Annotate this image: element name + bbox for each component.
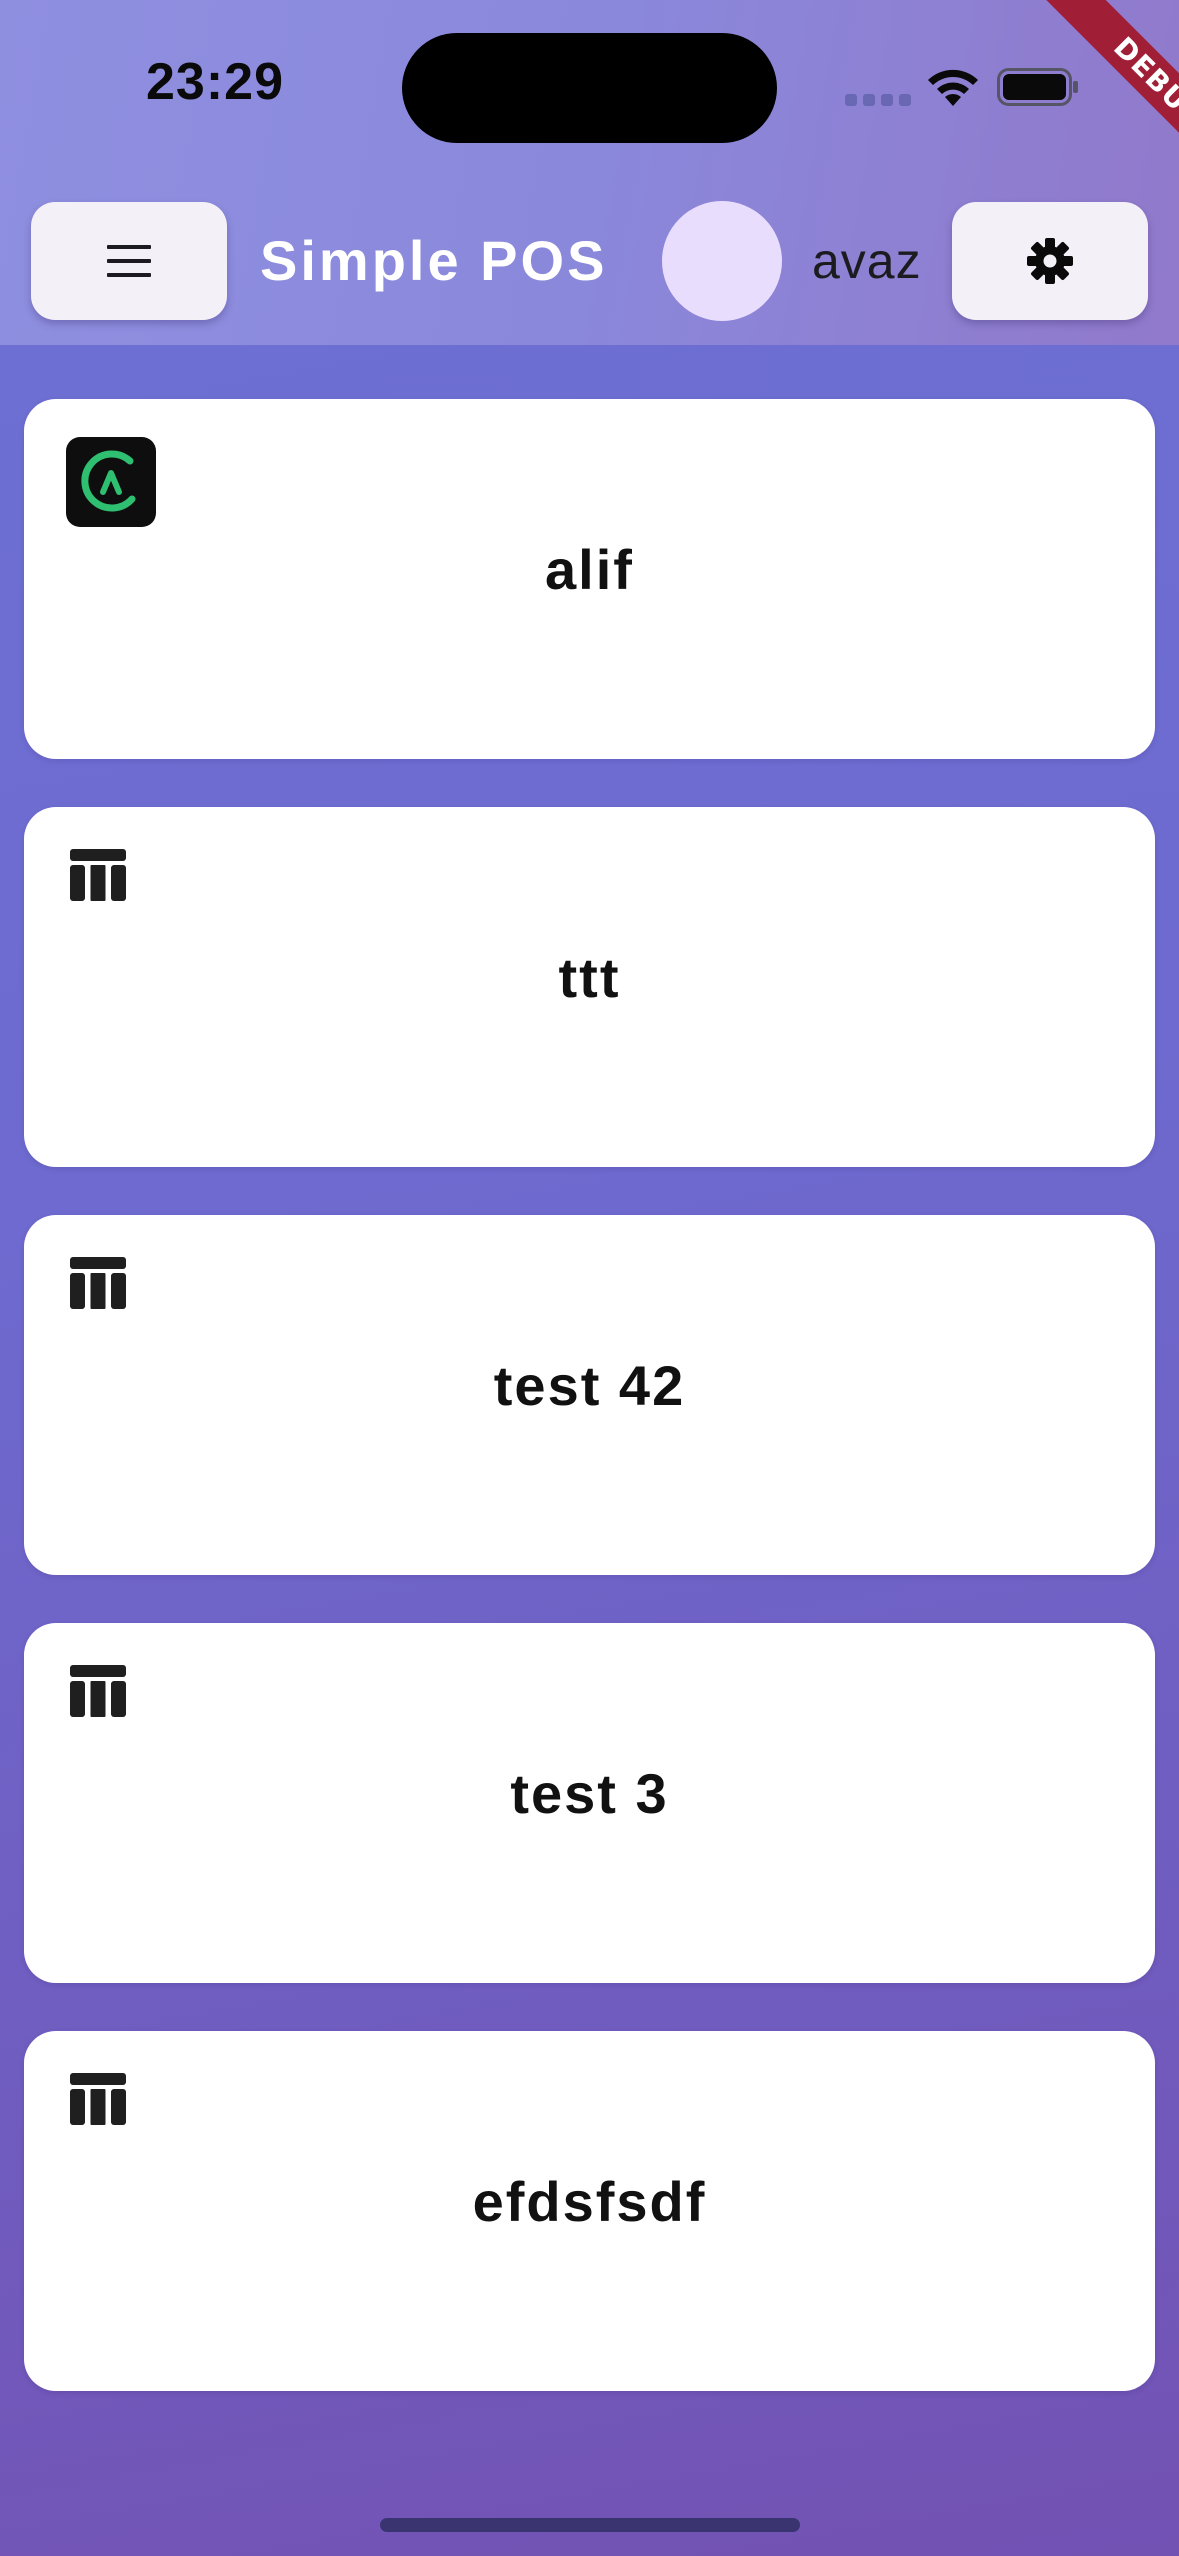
store-card-label: alif xyxy=(545,538,634,601)
table-icon xyxy=(70,849,126,901)
table-icon xyxy=(70,2073,126,2125)
debug-banner-label: DEBUG xyxy=(1038,0,1179,200)
store-card-test-42[interactable]: test 42 xyxy=(24,1215,1155,1575)
store-card-ttt[interactable]: ttt xyxy=(24,807,1155,1167)
cellular-signal-icon xyxy=(845,94,911,106)
wifi-icon xyxy=(928,69,978,106)
store-card-label: efdsfsdf xyxy=(472,2170,707,2233)
store-card-efdsfsdf[interactable]: efdsfsdf xyxy=(24,2031,1155,2391)
dynamic-island xyxy=(402,33,777,143)
debug-banner: DEBUG xyxy=(979,0,1179,200)
menu-button[interactable] xyxy=(31,202,227,320)
alif-logo-icon xyxy=(66,437,156,527)
app-title: Simple POS xyxy=(260,229,608,292)
user-name: avaz xyxy=(812,233,922,289)
avatar[interactable] xyxy=(662,201,782,321)
home-indicator[interactable] xyxy=(380,2518,800,2532)
store-card-label: test 42 xyxy=(493,1354,686,1417)
menu-icon xyxy=(107,245,151,277)
store-card-label: test 3 xyxy=(510,1762,669,1825)
settings-button[interactable] xyxy=(952,202,1148,320)
table-icon xyxy=(70,1665,126,1717)
store-list: alif ttt test 42 test 3 efdsfsdf xyxy=(24,399,1155,2439)
table-icon xyxy=(70,1257,126,1309)
status-time: 23:29 xyxy=(146,53,284,111)
store-card-alif[interactable]: alif xyxy=(24,399,1155,759)
store-card-test-3[interactable]: test 3 xyxy=(24,1623,1155,1983)
gear-icon xyxy=(1027,238,1073,284)
store-card-label: ttt xyxy=(558,946,621,1009)
